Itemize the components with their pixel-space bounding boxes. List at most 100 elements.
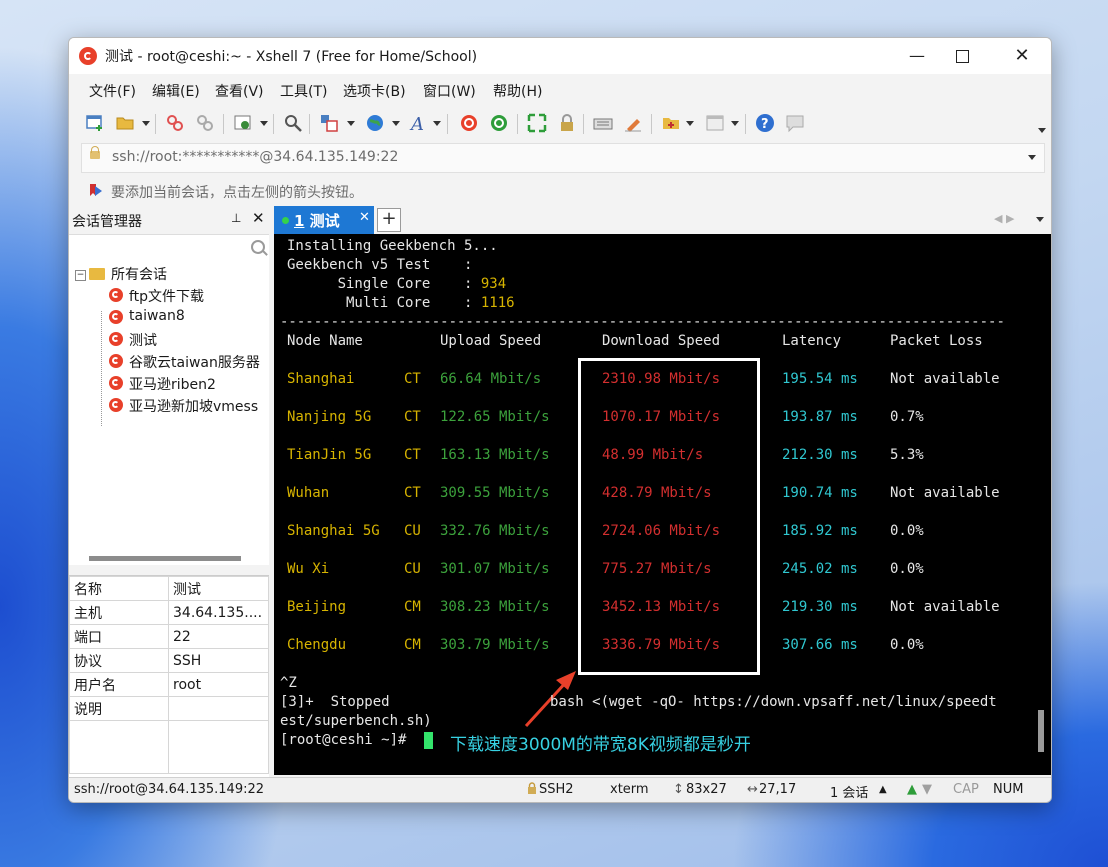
minimize-button[interactable]: —: [894, 42, 940, 70]
hint-bar: 要添加当前会话，点击左侧的箭头按钮。: [69, 177, 1051, 205]
collapse-icon[interactable]: −: [75, 270, 86, 281]
tab-ceshi[interactable]: 1 测试 ✕: [274, 206, 374, 234]
properties-icon[interactable]: [233, 113, 253, 133]
pin-icon[interactable]: ⊥: [231, 211, 241, 225]
tree-item-label: 亚马逊新加坡vmess: [129, 399, 259, 415]
tree-item-ceshi[interactable]: 测试: [109, 329, 269, 351]
terminal[interactable]: Installing Geekbench 5... Geekbench v5 T…: [274, 234, 1051, 775]
toolbar-overflow-icon[interactable]: [1038, 128, 1046, 133]
annotation-text: 下载速度3000M的带宽8K视频都是秒开: [450, 735, 751, 755]
tree-item-amazon-sg-vmess[interactable]: 亚马逊新加坡vmess: [109, 395, 269, 417]
menu-edit[interactable]: 编辑(E): [152, 81, 200, 101]
font-dropdown-icon[interactable]: [433, 121, 441, 126]
prop-row: 端口 22: [69, 624, 269, 649]
globe-icon[interactable]: [365, 113, 385, 133]
tree-item-ftp[interactable]: ftp文件下载: [109, 285, 269, 307]
tree-item-taiwan8[interactable]: taiwan8: [109, 307, 269, 329]
help-icon[interactable]: ?: [755, 113, 775, 133]
menu-file[interactable]: 文件(F): [89, 81, 136, 101]
download-arrow-icon: ▼: [922, 782, 932, 797]
status-cap: CAP: [953, 782, 979, 797]
status-protocol: SSH2: [539, 782, 574, 797]
tree-horizontal-scrollbar[interactable]: [69, 551, 269, 565]
session-icon: [109, 376, 123, 390]
layout-icon[interactable]: [319, 113, 339, 133]
maximize-icon: [955, 50, 969, 63]
xshell-icon[interactable]: [459, 113, 479, 133]
xftp-icon[interactable]: [489, 113, 509, 133]
session-tree: − 所有会话 ftp文件下载 taiwan8 测试 谷歌云taiwan服务器 亚…: [69, 261, 269, 551]
chat-icon[interactable]: [785, 113, 805, 133]
bookmark-arrow-icon[interactable]: [89, 183, 103, 197]
search-icon[interactable]: [251, 240, 265, 254]
new-tab-folder-icon[interactable]: [661, 113, 681, 133]
title-bar: 测试 - root@ceshi:~ - Xshell 7 (Free for H…: [69, 38, 1051, 74]
status-connection: ssh://root@34.64.135.149:22: [74, 782, 265, 797]
sessions-up-icon[interactable]: ▲: [879, 784, 887, 795]
status-sessions[interactable]: 1 会话: [830, 782, 868, 801]
maximize-button[interactable]: [939, 42, 985, 70]
toolbar: A ?: [69, 106, 1051, 140]
properties-dropdown-icon[interactable]: [260, 121, 268, 126]
session-manager-close-button[interactable]: ✕: [252, 209, 265, 227]
panel-dropdown-icon[interactable]: [731, 121, 739, 126]
address-bar[interactable]: ssh://root:***********@34.64.135.149:22: [81, 143, 1045, 173]
layout-dropdown-icon[interactable]: [347, 121, 355, 126]
prop-value: [168, 696, 269, 721]
tree-item-label: 测试: [129, 333, 157, 349]
disconnect-icon[interactable]: [195, 113, 215, 133]
connect-icon[interactable]: [165, 113, 185, 133]
prop-value: 22: [168, 624, 269, 649]
tab-folder-dropdown-icon[interactable]: [686, 121, 694, 126]
session-icon: [109, 354, 123, 368]
address-lock-icon: [90, 146, 100, 159]
new-session-icon[interactable]: [85, 113, 105, 133]
tab-nav-arrows[interactable]: ◀ ▶: [994, 212, 1014, 225]
prop-value: 34.64.135....: [168, 600, 269, 625]
prop-value-empty: [168, 720, 269, 774]
prop-row: 协议 SSH: [69, 648, 269, 673]
panel-icon[interactable]: [705, 113, 725, 133]
session-icon: [109, 310, 123, 324]
status-term-type: xterm: [610, 782, 649, 797]
terminal-scrollbar[interactable]: [1038, 710, 1044, 752]
font-icon[interactable]: A: [409, 113, 429, 133]
open-folder-icon[interactable]: [115, 113, 135, 133]
find-icon[interactable]: [283, 113, 303, 133]
tree-item-label: 亚马逊riben2: [129, 377, 216, 393]
prop-row: 名称 测试: [69, 576, 269, 601]
close-button[interactable]: ✕: [999, 42, 1045, 70]
open-dropdown-icon[interactable]: [142, 121, 150, 126]
keyboard-icon[interactable]: [593, 113, 613, 133]
session-search-input[interactable]: [69, 234, 269, 262]
prop-row: 用户名 root: [69, 672, 269, 697]
tab-close-button[interactable]: ✕: [359, 210, 370, 225]
globe-dropdown-icon[interactable]: [392, 121, 400, 126]
connected-status-icon: [282, 217, 289, 224]
highlight-icon[interactable]: [623, 113, 643, 133]
tree-item-label: 谷歌云taiwan服务器: [129, 355, 260, 371]
add-tab-button[interactable]: +: [377, 208, 401, 232]
tree-root-all-sessions[interactable]: − 所有会话: [69, 263, 269, 285]
menu-view[interactable]: 查看(V): [215, 81, 264, 101]
session-icon: [109, 288, 123, 302]
tree-item-label: taiwan8: [129, 308, 185, 324]
menu-help[interactable]: 帮助(H): [493, 81, 542, 101]
status-size: 83x27: [686, 782, 727, 797]
menu-tools[interactable]: 工具(T): [280, 81, 327, 101]
tab-list-dropdown-icon[interactable]: [1036, 217, 1044, 222]
prop-key: 用户名: [69, 672, 169, 697]
menu-window[interactable]: 窗口(W): [423, 81, 476, 101]
lock-icon[interactable]: [557, 113, 577, 133]
menu-tabs[interactable]: 选项卡(B): [343, 81, 406, 101]
svg-text:A: A: [409, 114, 424, 133]
toolbar-separator: [745, 114, 746, 134]
tree-item-google-taiwan[interactable]: 谷歌云taiwan服务器: [109, 351, 269, 373]
address-dropdown-icon[interactable]: [1028, 155, 1036, 160]
scrollbar-thumb[interactable]: [89, 556, 241, 561]
status-lock-icon: [527, 782, 537, 798]
xshell-window: 测试 - root@ceshi:~ - Xshell 7 (Free for H…: [68, 37, 1052, 803]
session-icon: [109, 332, 123, 346]
fullscreen-icon[interactable]: [527, 113, 547, 133]
tree-item-amazon-riben2[interactable]: 亚马逊riben2: [109, 373, 269, 395]
